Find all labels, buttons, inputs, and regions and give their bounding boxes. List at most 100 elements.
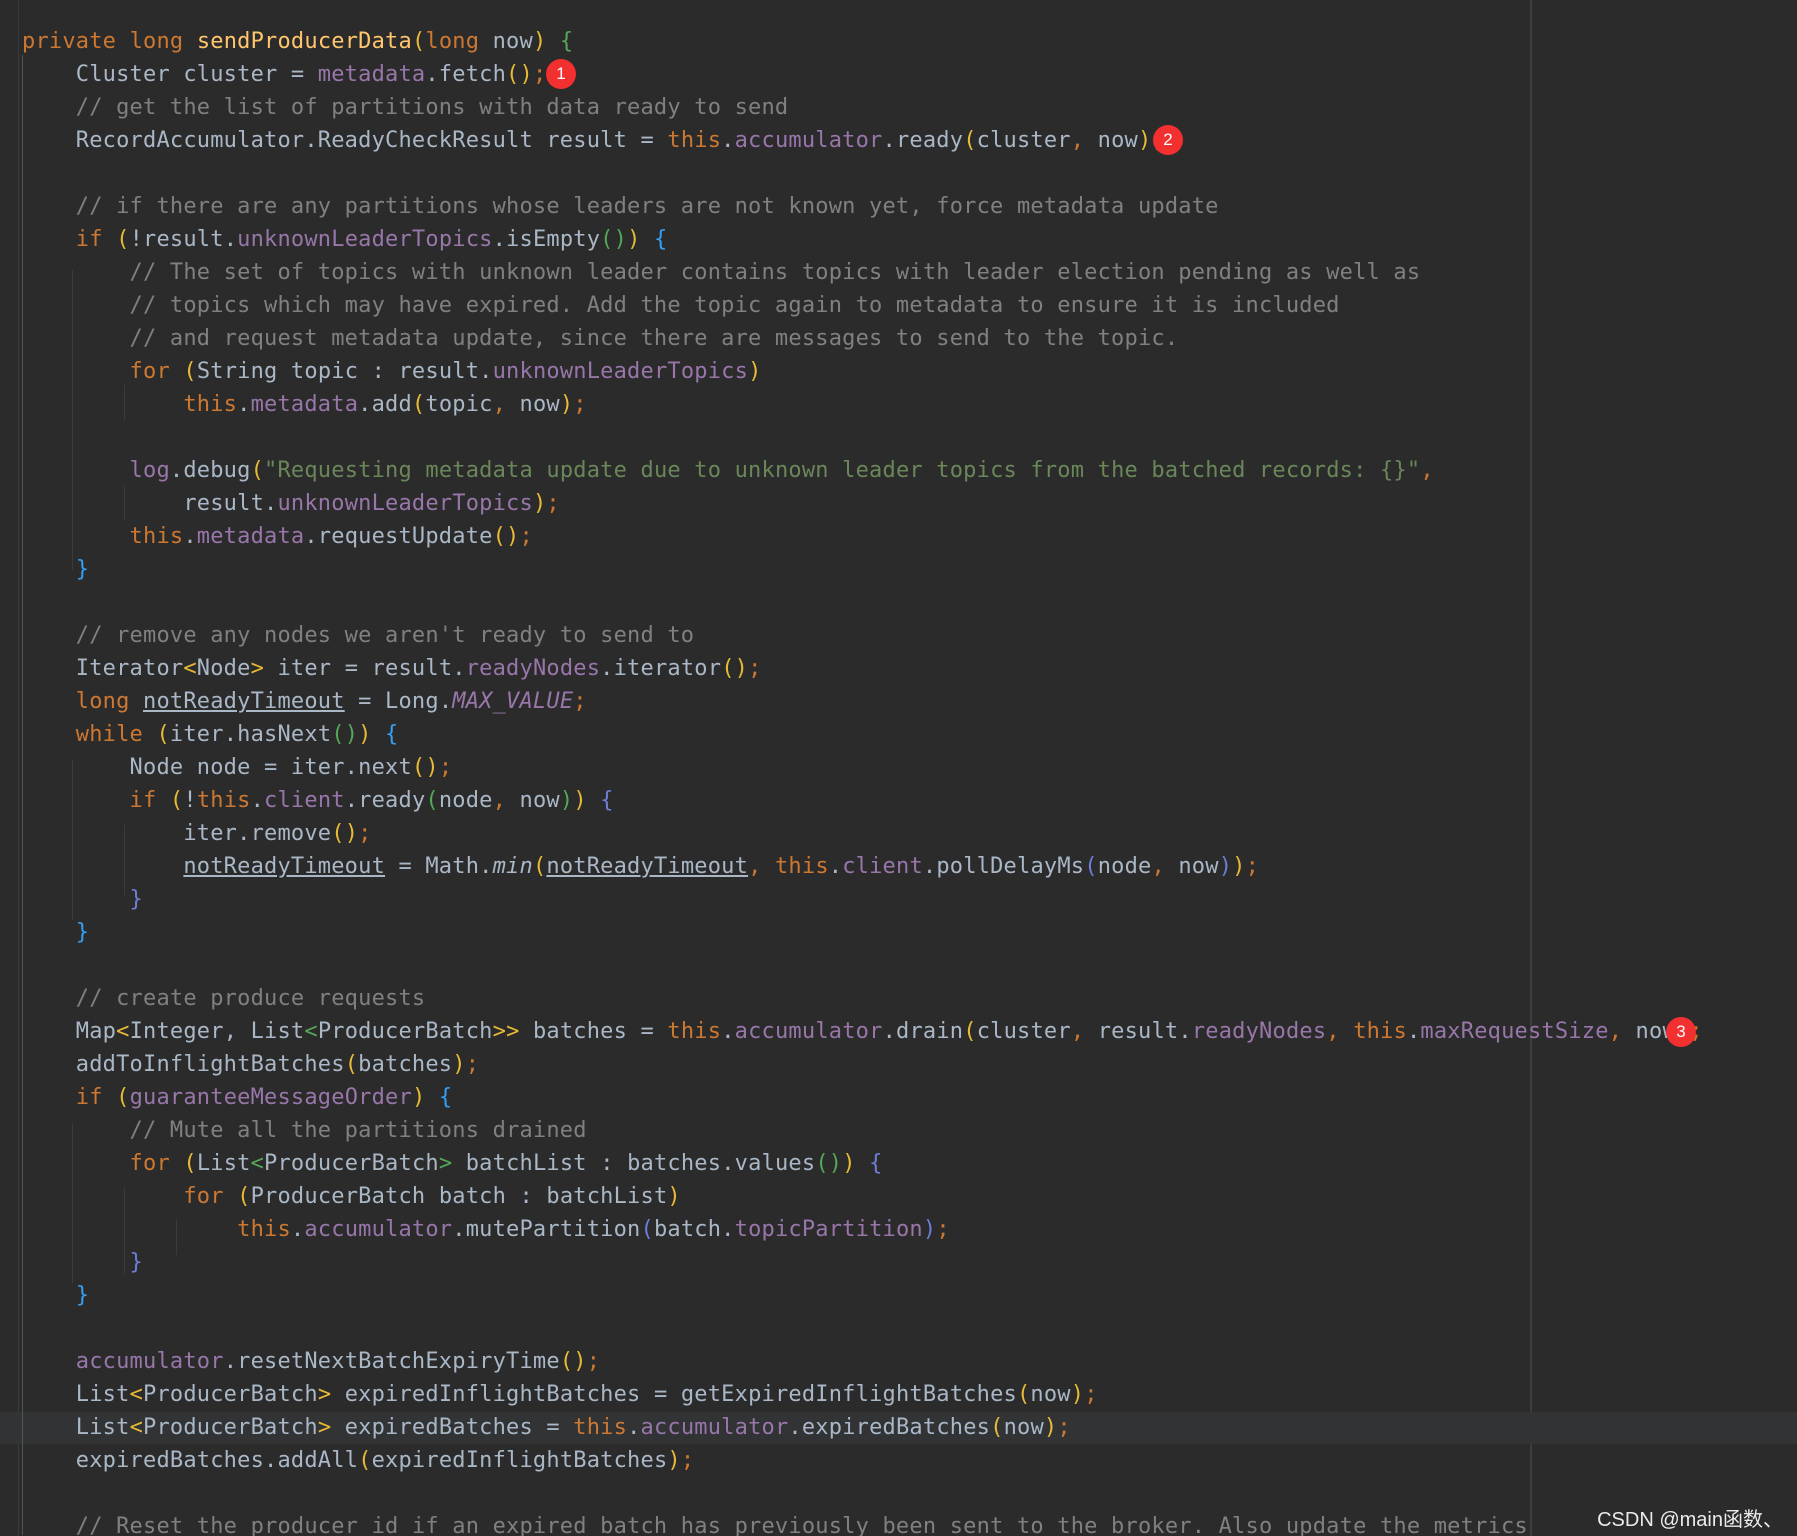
code-line[interactable]: RecordAccumulator.ReadyCheckResult resul…: [22, 124, 1165, 157]
code-line[interactable]: Iterator<Node> iter = result.readyNodes.…: [22, 652, 762, 685]
semicolon: ;: [680, 1448, 695, 1473]
comma: ,: [1070, 1019, 1085, 1044]
paren: (): [600, 227, 628, 252]
code-line[interactable]: if (!this.client.ready(node, now)) {: [22, 784, 614, 817]
argument: now: [1084, 128, 1138, 153]
argument: cluster: [976, 128, 1071, 153]
code-line[interactable]: }: [22, 916, 89, 949]
code-line[interactable]: this.metadata.requestUpdate();: [22, 520, 533, 553]
code-line[interactable]: for (ProducerBatch batch : batchList): [22, 1180, 681, 1213]
paren: (): [331, 722, 359, 747]
code-line[interactable]: addToInflightBatches(batches);: [22, 1048, 479, 1081]
code-line[interactable]: while (iter.hasNext()) {: [22, 718, 399, 751]
code-line[interactable]: }: [22, 553, 89, 586]
code-line[interactable]: private long sendProducerData(long now) …: [22, 25, 573, 58]
comma: ,: [748, 854, 762, 879]
field: metadata: [317, 62, 426, 87]
variable: notReadyTimeout: [183, 854, 386, 879]
field: unknownLeaderTopics: [237, 227, 493, 252]
code-line[interactable]: Map<Integer, List<ProducerBatch>> batche…: [22, 1015, 1703, 1048]
argument: topic: [425, 392, 493, 417]
dot: .: [1406, 1019, 1421, 1044]
code-line[interactable]: }: [22, 883, 143, 916]
code-line[interactable]: }: [22, 1279, 89, 1312]
keyword: this: [573, 1415, 628, 1440]
code-text: iter.remove: [22, 821, 332, 846]
comment-line[interactable]: // The set of topics with unknown leader…: [22, 256, 1421, 289]
code-line[interactable]: }: [22, 1246, 143, 1279]
comment-line[interactable]: // remove any nodes we aren't ready to s…: [22, 619, 694, 652]
paren: (: [990, 1415, 1004, 1440]
angle-bracket: >: [250, 656, 265, 681]
keyword: this: [22, 392, 238, 417]
comment-line[interactable]: // get the list of partitions with data …: [22, 91, 788, 124]
keyword: long: [425, 29, 480, 54]
paren: ): [573, 788, 587, 813]
paren: ): [1232, 854, 1246, 879]
code-text: Node node = iter.next: [22, 755, 412, 780]
dot: .: [237, 392, 251, 417]
code-line[interactable]: log.debug("Requesting metadata update du…: [22, 454, 1434, 487]
code-line[interactable]: this.accumulator.mutePartition(batch.top…: [22, 1213, 950, 1246]
paren: ): [559, 788, 574, 813]
marker-badge-2: 2: [1153, 125, 1183, 155]
semicolon: ;: [519, 524, 533, 549]
code-line[interactable]: Cluster cluster = metadata.fetch();: [22, 58, 546, 91]
brace: {: [586, 788, 614, 813]
code-line[interactable]: Node node = iter.next();: [22, 751, 453, 784]
paren: (: [1016, 1382, 1031, 1407]
code-line[interactable]: notReadyTimeout = Math.min(notReadyTimeo…: [22, 850, 1259, 883]
paren: ): [532, 491, 547, 516]
type-name: List: [196, 1151, 251, 1176]
semicolon: ;: [546, 491, 560, 516]
code-line[interactable]: accumulator.resetNextBatchExpiryTime();: [22, 1345, 600, 1378]
code-text: expiredBatches =: [331, 1415, 574, 1440]
code-line[interactable]: if (!result.unknownLeaderTopics.isEmpty(…: [22, 223, 667, 256]
field: accumulator: [734, 1019, 883, 1044]
code-line[interactable]: result.unknownLeaderTopics);: [22, 487, 560, 520]
brace: {: [855, 1151, 883, 1176]
comment-line[interactable]: // Mute all the partitions drained: [22, 1114, 587, 1147]
code-line[interactable]: expiredBatches.addAll(expiredInflightBat…: [22, 1444, 694, 1477]
code-line[interactable]: if (guaranteeMessageOrder) {: [22, 1081, 452, 1114]
comment-line[interactable]: // topics which may have expired. Add th…: [22, 289, 1340, 322]
marker-badge-1: 1: [546, 59, 576, 89]
paren: ): [532, 29, 547, 54]
code-line[interactable]: this.metadata.add(topic, now);: [22, 388, 587, 421]
paren: (: [250, 458, 265, 483]
code-line[interactable]: long notReadyTimeout = Long.MAX_VALUE;: [22, 685, 587, 718]
code-text: !: [183, 788, 197, 813]
code-line[interactable]: List<ProducerBatch> expiredBatches = thi…: [22, 1411, 1071, 1444]
semicolon: ;: [586, 1349, 601, 1374]
paren: (: [963, 128, 977, 153]
semicolon: ;: [936, 1217, 950, 1242]
paren: ): [1218, 854, 1233, 879]
comment-line[interactable]: // Reset the producer id if an expired b…: [22, 1510, 1528, 1536]
keyword: if: [22, 788, 157, 813]
code-line[interactable]: for (String topic : result.unknownLeader…: [22, 355, 762, 388]
field: accumulator: [734, 128, 883, 153]
method-call: .requestUpdate: [304, 524, 493, 549]
code-text: !result.: [129, 227, 238, 252]
code-line[interactable]: List<ProducerBatch> expiredInflightBatch…: [22, 1378, 1098, 1411]
comment-line[interactable]: // if there are any partitions whose lea…: [22, 190, 1219, 223]
angle-bracket: >>: [492, 1019, 520, 1044]
code-editor[interactable]: private long sendProducerData(long now) …: [0, 0, 1797, 1536]
comment-line[interactable]: // create produce requests: [22, 982, 425, 1015]
angle-bracket: <: [250, 1151, 265, 1176]
paren: (): [331, 821, 359, 846]
field: accumulator: [640, 1415, 789, 1440]
code-line[interactable]: for (List<ProducerBatch> batchList : bat…: [22, 1147, 883, 1180]
keyword: this: [196, 788, 251, 813]
field: metadata: [250, 392, 359, 417]
code-line[interactable]: iter.remove();: [22, 817, 372, 850]
semicolon: ;: [438, 755, 453, 780]
comment-line[interactable]: // and request metadata update, since th…: [22, 322, 1179, 355]
paren: (: [344, 1052, 359, 1077]
